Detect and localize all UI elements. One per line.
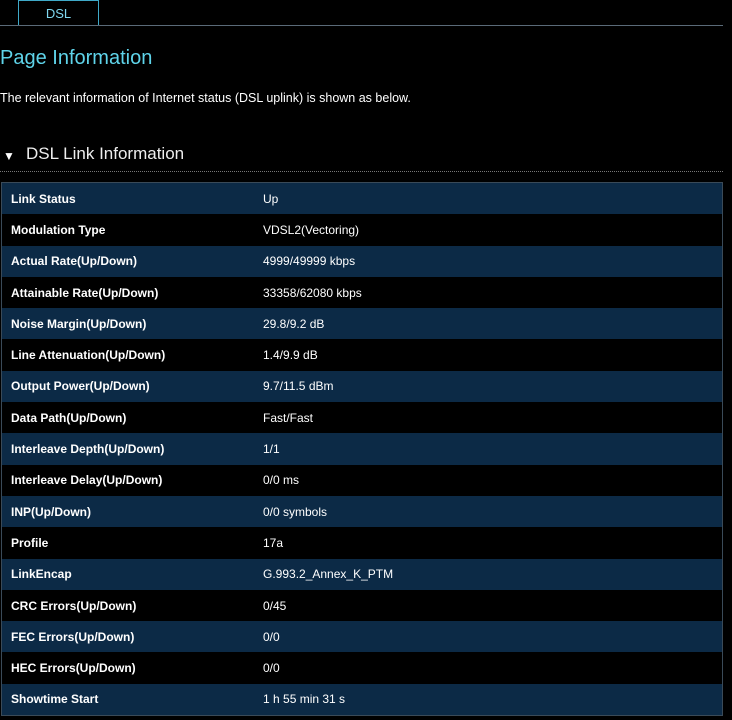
table-row: CRC Errors(Up/Down) 0/45 — [2, 589, 722, 622]
tab-dsl[interactable]: DSL — [18, 0, 99, 25]
row-value: 0/0 — [263, 629, 280, 644]
row-label: Line Attenuation(Up/Down) — [11, 348, 166, 363]
table-row: Output Power(Up/Down) 9.7/11.5 dBm — [2, 370, 722, 403]
table-row: Noise Margin(Up/Down) 29.8/9.2 dB — [2, 308, 722, 340]
table-row: LinkEncap G.993.2_Annex_K_PTM — [2, 558, 722, 590]
page-description: The relevant information of Internet sta… — [0, 91, 411, 105]
row-label: LinkEncap — [11, 567, 72, 582]
row-label: Interleave Depth(Up/Down) — [11, 442, 165, 457]
row-value: 17a — [263, 535, 284, 550]
table-row: Showtime Start 1 h 55 min 31 s — [2, 683, 722, 716]
row-label: Attainable Rate(Up/Down) — [11, 285, 159, 300]
table-row: Interleave Depth(Up/Down) 1/1 — [2, 433, 722, 465]
row-value: VDSL2(Vectoring) — [263, 222, 360, 237]
row-label: FEC Errors(Up/Down) — [11, 629, 135, 644]
row-label: INP(Up/Down) — [11, 504, 91, 519]
section-header-dsl-link-information[interactable]: ▼ DSL Link Information — [0, 143, 723, 172]
row-value: Up — [263, 191, 279, 206]
row-label: CRC Errors(Up/Down) — [11, 598, 137, 613]
table-row: Interleave Delay(Up/Down) 0/0 ms — [2, 464, 722, 496]
row-label: Output Power(Up/Down) — [11, 379, 150, 394]
row-value: 4999/49999 kbps — [263, 254, 356, 269]
table-row: Actual Rate(Up/Down) 4999/49999 kbps — [2, 245, 722, 277]
dsl-info-table: Link Status Up Modulation Type VDSL2(Vector… — [1, 182, 723, 717]
row-label: Showtime Start — [11, 692, 99, 707]
row-label: HEC Errors(Up/Down) — [11, 661, 136, 676]
row-label: Actual Rate(Up/Down) — [11, 254, 137, 269]
row-value: 0/0 symbols — [263, 504, 328, 519]
row-value: 0/45 — [263, 598, 287, 613]
section-title: DSL Link Information — [26, 144, 185, 163]
row-label: Data Path(Up/Down) — [11, 410, 127, 425]
row-value: 1/1 — [263, 442, 280, 457]
row-label: Profile — [11, 535, 49, 550]
collapse-triangle-icon[interactable]: ▼ — [3, 149, 15, 163]
row-label: Link Status — [11, 191, 76, 206]
table-row: Line Attenuation(Up/Down) 1.4/9.9 dB — [2, 339, 722, 371]
row-value: 0/0 ms — [263, 473, 300, 488]
table-row: FEC Errors(Up/Down) 0/0 — [2, 621, 722, 653]
row-value: 33358/62080 kbps — [263, 285, 362, 300]
row-value: Fast/Fast — [263, 410, 314, 425]
table-row: Modulation Type VDSL2(Vectoring) — [2, 214, 722, 246]
row-value: 9.7/11.5 dBm — [263, 379, 334, 394]
tab-bar: DSL — [0, 0, 723, 26]
row-value: 0/0 — [263, 661, 280, 676]
table-row: HEC Errors(Up/Down) 0/0 — [2, 652, 722, 684]
table-row: INP(Up/Down) 0/0 symbols — [2, 495, 722, 528]
row-label: Noise Margin(Up/Down) — [11, 316, 147, 331]
page-title: Page Information — [0, 47, 153, 69]
row-value: 1 h 55 min 31 s — [263, 692, 346, 707]
row-value: 1.4/9.9 dB — [263, 348, 318, 363]
table-row: Profile 17a — [2, 527, 722, 559]
row-label: Interleave Delay(Up/Down) — [11, 473, 163, 488]
row-value: G.993.2_Annex_K_PTM — [263, 567, 394, 582]
row-label: Modulation Type — [11, 222, 106, 237]
table-row: Attainable Rate(Up/Down) 33358/62080 kbps — [2, 276, 722, 309]
row-value: 29.8/9.2 dB — [263, 316, 325, 331]
table-row: Data Path(Up/Down) Fast/Fast — [2, 402, 722, 434]
table-row: Link Status Up — [2, 183, 722, 215]
